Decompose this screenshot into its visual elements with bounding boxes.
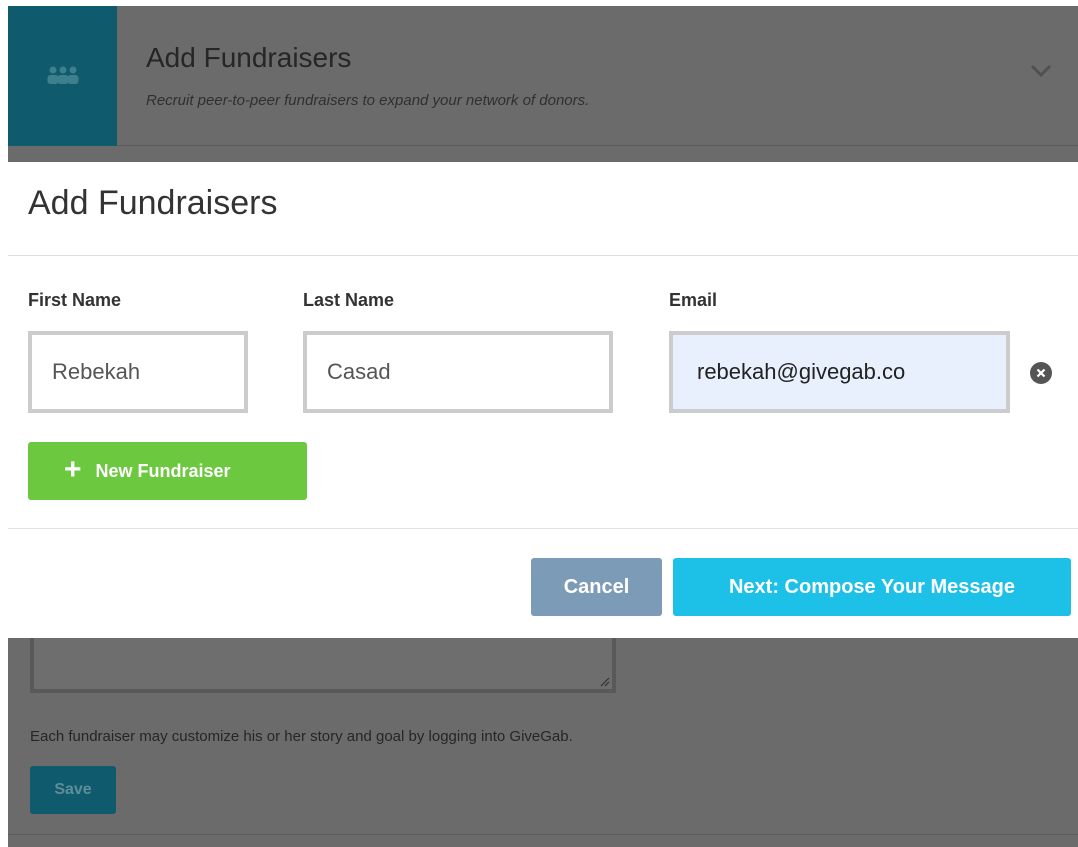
first-name-input[interactable] bbox=[28, 331, 248, 413]
section-title: Add Fundraisers bbox=[146, 42, 352, 73]
email-input[interactable] bbox=[669, 331, 1010, 413]
save-button[interactable]: Save bbox=[30, 766, 116, 814]
divider bbox=[8, 834, 1078, 835]
new-fundraiser-button[interactable]: + New Fundraiser bbox=[28, 442, 307, 500]
resize-handle-icon[interactable] bbox=[600, 677, 610, 687]
section-icon-tile bbox=[8, 6, 117, 146]
last-name-label: Last Name bbox=[303, 290, 395, 310]
section-description: Recruit peer-to-peer fundraisers to expa… bbox=[146, 92, 590, 109]
next-compose-message-button[interactable]: Next: Compose Your Message bbox=[673, 558, 1071, 616]
close-circle-icon bbox=[1036, 368, 1046, 378]
add-fundraisers-modal: Add Fundraisers First Name Last Name Ema… bbox=[8, 162, 1078, 638]
new-fundraiser-label: New Fundraiser bbox=[95, 460, 231, 481]
cancel-button[interactable]: Cancel bbox=[531, 558, 662, 616]
email-label: Email bbox=[669, 290, 718, 310]
modal-header: Add Fundraisers bbox=[8, 162, 1078, 256]
modal-footer: Cancel Next: Compose Your Message bbox=[8, 528, 1078, 638]
modal-title: Add Fundraisers bbox=[28, 184, 278, 222]
chevron-down-icon[interactable] bbox=[1028, 58, 1054, 84]
section-header-add-fundraisers[interactable]: Add Fundraisers Recruit peer-to-peer fun… bbox=[8, 6, 1078, 146]
plus-icon: + bbox=[64, 453, 82, 486]
remove-fundraiser-button[interactable] bbox=[1030, 362, 1052, 384]
help-text: Each fundraiser may customize his or her… bbox=[30, 728, 573, 745]
first-name-label: First Name bbox=[28, 290, 122, 310]
users-group-icon bbox=[47, 66, 78, 84]
last-name-input[interactable] bbox=[303, 331, 613, 413]
